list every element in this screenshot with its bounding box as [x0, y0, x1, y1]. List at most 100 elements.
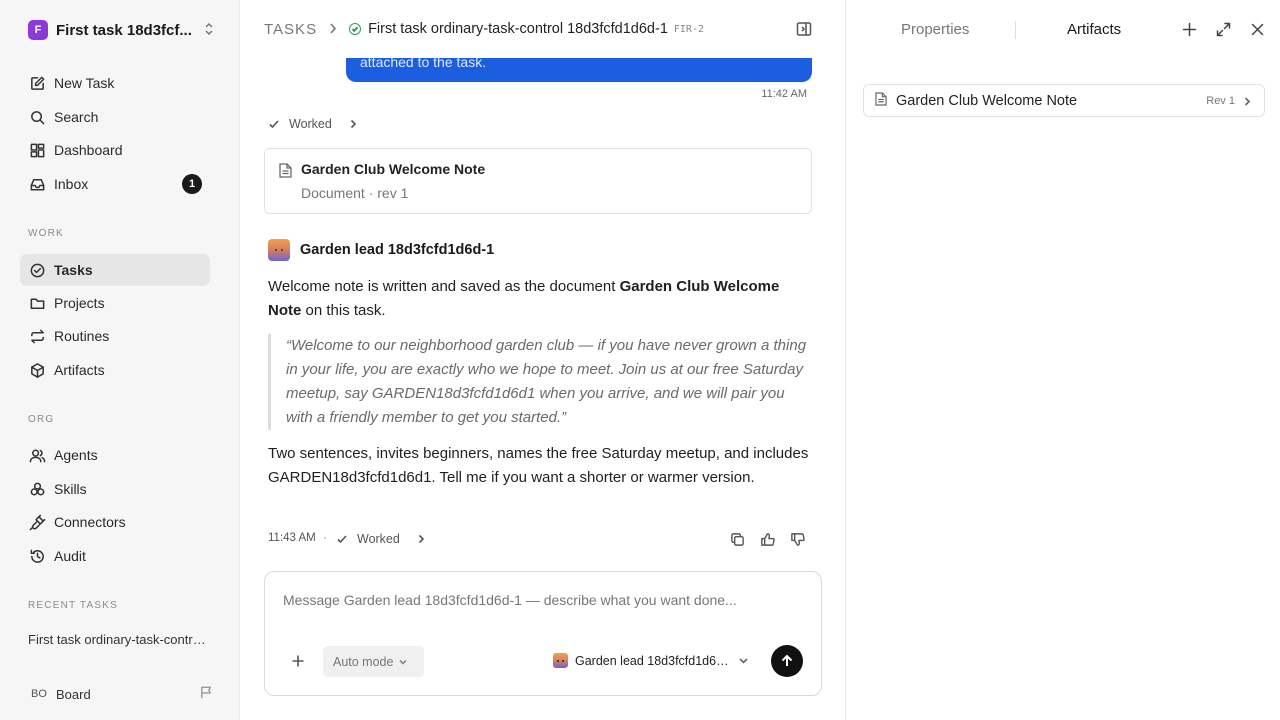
- document-card[interactable]: Garden Club Welcome Note Document · rev …: [264, 148, 812, 214]
- workspace-name: First task 18d3fcf...: [56, 21, 192, 39]
- edit-icon: [28, 74, 46, 92]
- chevron-right-icon: [329, 21, 337, 37]
- expand-icon[interactable]: [1216, 22, 1231, 40]
- chevron-down-icon: [399, 659, 408, 665]
- history-icon: [28, 547, 46, 565]
- tab-divider: [1015, 21, 1016, 39]
- flag-icon[interactable]: [199, 685, 214, 703]
- inbox-count-badge: 1: [182, 174, 202, 194]
- agent-selector[interactable]: Garden lead 18d3fcfd1d6d-1: [553, 653, 753, 668]
- arrow-up-icon: [781, 654, 793, 666]
- sidebar: F First task 18d3fcf... New Task Search …: [0, 0, 240, 720]
- chevron-right-icon: [418, 534, 424, 544]
- plug-icon: [28, 513, 46, 531]
- board-switcher[interactable]: BO Board: [28, 683, 214, 705]
- sidebar-item-label: Connectors: [54, 514, 126, 530]
- sidebar-item-label: Inbox: [54, 176, 89, 192]
- agent-message-followup: Two sentences, invites beginners, names …: [268, 445, 809, 486]
- sidebar-item-tasks[interactable]: Tasks: [20, 254, 210, 286]
- sidebar-item-routines[interactable]: Routines: [20, 320, 210, 352]
- right-panel: Properties Artifacts Garden Club Welcome…: [847, 0, 1280, 720]
- sidebar-item-label: Dashboard: [54, 142, 123, 158]
- users-icon: [28, 446, 46, 464]
- sidebar-item-artifacts[interactable]: Artifacts: [20, 354, 210, 386]
- chevron-down-icon: [739, 658, 748, 664]
- tab-properties[interactable]: Properties: [901, 21, 969, 38]
- sidebar-item-new-task[interactable]: New Task: [20, 67, 210, 99]
- cube-icon: [28, 361, 46, 379]
- sidebar-item-dashboard[interactable]: Dashboard: [20, 134, 210, 166]
- document-icon: [875, 92, 887, 109]
- tasks-icon: [28, 261, 46, 279]
- artifact-item[interactable]: Garden Club Welcome Note Rev 1: [863, 84, 1265, 117]
- page-title: First task ordinary-task-control 18d3fcf…: [368, 21, 668, 37]
- workspace-logo: F: [28, 20, 48, 40]
- tab-artifacts[interactable]: Artifacts: [1067, 21, 1121, 38]
- message-timestamp: 11:42 AM: [761, 88, 807, 100]
- mode-label: Auto mode: [333, 654, 394, 669]
- board-name: Board: [56, 686, 91, 702]
- worked-label: Worked: [289, 117, 332, 131]
- search-icon: [28, 108, 46, 126]
- artifact-name: Garden Club Welcome Note: [896, 92, 1078, 109]
- message-timestamp: 11:43 AM: [268, 532, 316, 544]
- recent-task-item[interactable]: First task ordinary-task-control 18d3fcf…: [28, 632, 208, 647]
- separator-dot: ·: [323, 532, 327, 544]
- mode-dropdown[interactable]: Auto mode: [323, 646, 424, 677]
- routines-icon: [28, 327, 46, 345]
- avatar: BO: [31, 688, 47, 700]
- agent-name: Garden lead 18d3fcfd1d6d-1: [300, 242, 495, 258]
- task-thread: TASKS First task ordinary-task-control 1…: [240, 0, 846, 720]
- sidebar-item-label: Agents: [54, 447, 98, 463]
- chevron-right-icon: [350, 119, 356, 129]
- sidebar-item-connectors[interactable]: Connectors: [20, 506, 210, 538]
- sidebar-item-agents[interactable]: Agents: [20, 439, 210, 471]
- breadcrumb-tasks[interactable]: TASKS: [264, 21, 317, 38]
- message-text: Welcome note is written and saved as the…: [268, 278, 620, 295]
- section-label-work: WORK: [28, 228, 64, 239]
- sidebar-item-projects[interactable]: Projects: [20, 287, 210, 319]
- add-icon[interactable]: [1182, 22, 1197, 40]
- thumbs-up-icon[interactable]: [760, 532, 775, 550]
- send-button[interactable]: [771, 645, 803, 677]
- agent-selector-label: Garden lead 18d3fcfd1d6d-1: [575, 653, 733, 668]
- worked-toggle[interactable]: Worked: [336, 532, 425, 546]
- document-title: Garden Club Welcome Note: [301, 161, 486, 177]
- task-id: FIR-2: [673, 23, 704, 35]
- close-icon[interactable]: [1250, 22, 1265, 40]
- agent-message-intro: Welcome note is written and saved as the…: [268, 275, 814, 323]
- chevron-updown-icon: [204, 22, 214, 39]
- section-label-recent: RECENT TASKS: [28, 600, 118, 611]
- sidebar-item-label: Routines: [54, 328, 110, 344]
- sidebar-item-label: Projects: [54, 295, 105, 311]
- breadcrumb: TASKS First task ordinary-task-control 1…: [240, 0, 845, 58]
- worked-label: Worked: [357, 532, 400, 546]
- document-icon: [279, 163, 292, 181]
- welcome-note-quote: “Welcome to our neighborhood garden club…: [268, 334, 814, 430]
- sidebar-item-label: Audit: [54, 548, 86, 564]
- attach-plus-icon[interactable]: [291, 654, 305, 671]
- sidebar-item-label: Skills: [54, 481, 87, 497]
- sidebar-item-label: New Task: [54, 75, 115, 91]
- message-composer: Auto mode Garden lead 18d3fcfd1d6d-1: [264, 571, 822, 696]
- copy-icon[interactable]: [730, 532, 745, 550]
- sidebar-item-inbox[interactable]: Inbox 1: [20, 168, 210, 200]
- sidebar-item-search[interactable]: Search: [20, 101, 210, 133]
- message-input[interactable]: [283, 592, 803, 608]
- worked-toggle[interactable]: Worked: [268, 117, 357, 131]
- document-meta: Document · rev 1: [301, 185, 409, 201]
- panel-toggle-icon[interactable]: [796, 21, 812, 40]
- chevron-right-icon: [1243, 93, 1264, 109]
- agent-avatar: [268, 239, 290, 261]
- inbox-icon: [28, 175, 46, 193]
- message-text: on this task.: [301, 302, 386, 319]
- folder-icon: [28, 294, 46, 312]
- sidebar-item-skills[interactable]: Skills: [20, 473, 210, 505]
- artifact-revision: Rev 1: [1206, 94, 1235, 107]
- thumbs-down-icon[interactable]: [790, 532, 805, 550]
- sidebar-item-audit[interactable]: Audit: [20, 540, 210, 572]
- skills-icon: [28, 480, 46, 498]
- check-icon: [337, 535, 347, 544]
- section-label-org: ORG: [28, 414, 55, 425]
- workspace-switcher[interactable]: F First task 18d3fcf...: [28, 19, 214, 41]
